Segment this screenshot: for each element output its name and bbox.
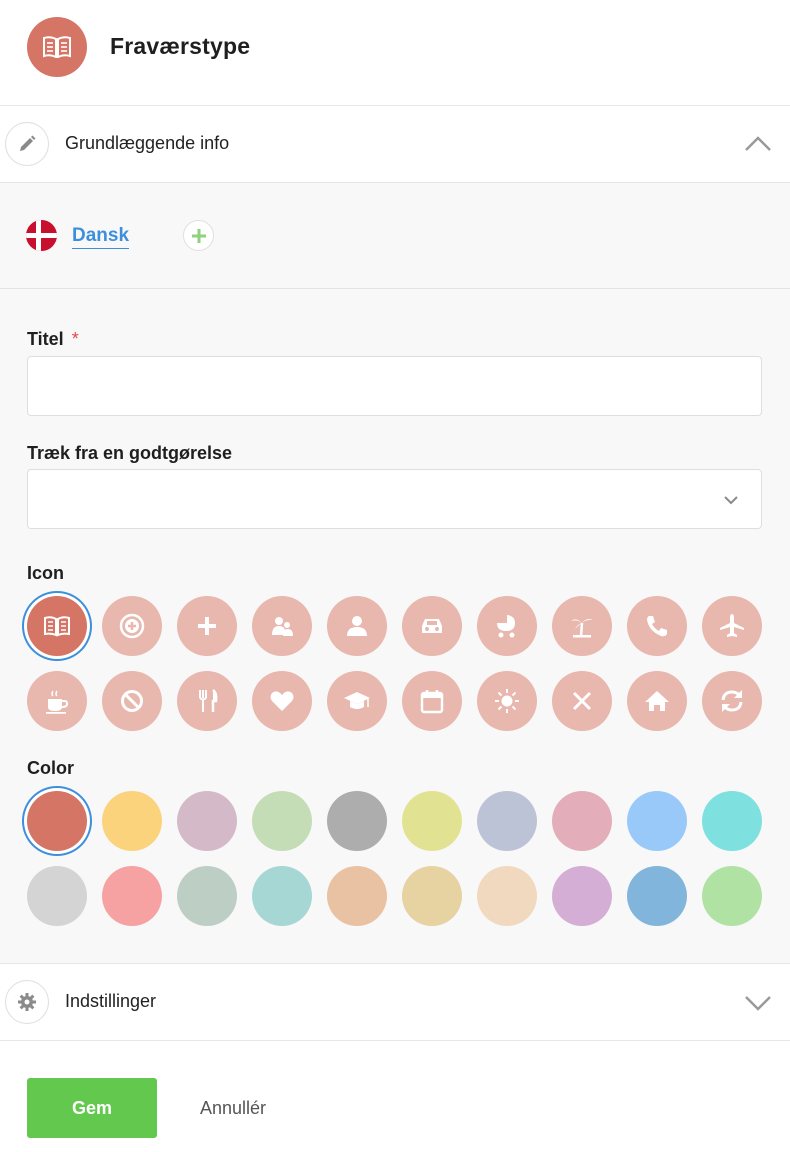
icon-option-refresh[interactable]	[702, 671, 762, 731]
gear-icon	[5, 980, 49, 1024]
icon-option-block[interactable]	[102, 671, 162, 731]
car-icon	[422, 619, 442, 633]
chevron-down-icon	[724, 496, 738, 505]
color-swatch[interactable]	[27, 791, 87, 851]
icon-option-heart[interactable]	[252, 671, 312, 731]
color-swatch[interactable]	[627, 866, 687, 926]
icon-option-car[interactable]	[402, 596, 462, 656]
title-label: Titel *	[27, 329, 79, 350]
icon-option-cutlery[interactable]	[177, 671, 237, 731]
graduation-cap-icon	[344, 692, 370, 709]
icon-option-person[interactable]	[327, 596, 387, 656]
section-basic-info-toggle[interactable]: Grundlæggende info	[0, 106, 790, 183]
calendar-icon	[420, 690, 444, 714]
section-settings-label: Indstillinger	[65, 991, 157, 1011]
color-picker	[27, 791, 767, 926]
title-label-text: Titel	[27, 329, 64, 349]
color-swatch[interactable]	[27, 866, 87, 926]
page-title: Fraværstype	[110, 33, 251, 59]
color-swatch[interactable]	[252, 866, 312, 926]
color-swatch[interactable]	[177, 791, 237, 851]
add-language-button[interactable]	[183, 220, 214, 251]
icon-option-sun[interactable]	[477, 671, 537, 731]
color-swatch[interactable]	[102, 866, 162, 926]
cutlery-icon	[199, 689, 218, 712]
icon-option-home[interactable]	[627, 671, 687, 731]
book-icon	[27, 17, 87, 77]
chevron-down-icon[interactable]	[744, 988, 772, 1016]
icon-option-palm-tree[interactable]	[552, 596, 612, 656]
color-swatch[interactable]	[552, 791, 612, 851]
required-marker: *	[71, 329, 79, 349]
icon-picker	[27, 596, 767, 731]
refresh-icon	[721, 690, 743, 712]
icon-option-first-aid[interactable]	[102, 596, 162, 656]
color-swatch[interactable]	[627, 791, 687, 851]
icon-option-stroller[interactable]	[477, 596, 537, 656]
denmark-flag-icon	[26, 220, 57, 251]
color-swatch[interactable]	[327, 791, 387, 851]
color-swatch[interactable]	[402, 791, 462, 851]
deduct-label: Træk fra en godtgørelse	[27, 443, 233, 463]
pencil-icon	[5, 122, 49, 166]
basic-info-panel: Dansk Titel * Træk fra en godtgørelse Ico…	[0, 183, 790, 964]
icon-option-people[interactable]	[252, 596, 312, 656]
stroller-icon	[497, 615, 515, 638]
sun-icon	[495, 689, 519, 713]
icon-label: Icon	[27, 563, 65, 583]
color-swatch[interactable]	[552, 866, 612, 926]
icon-option-calendar[interactable]	[402, 671, 462, 731]
phone-icon	[647, 616, 667, 637]
color-swatch[interactable]	[702, 866, 762, 926]
color-swatch[interactable]	[702, 791, 762, 851]
heart-icon	[270, 691, 294, 711]
save-button[interactable]: Gem	[27, 1078, 157, 1138]
icon-option-close[interactable]	[552, 671, 612, 731]
people-icon	[272, 617, 293, 636]
title-input[interactable]	[27, 356, 762, 416]
icon-option-airplane[interactable]	[702, 596, 762, 656]
language-row: Dansk	[0, 183, 790, 289]
color-swatch[interactable]	[102, 791, 162, 851]
color-swatch[interactable]	[177, 866, 237, 926]
close-icon	[572, 691, 592, 711]
cancel-button[interactable]: Annullér	[200, 1098, 266, 1119]
section-basic-info-label: Grundlæggende info	[65, 133, 230, 153]
airplane-icon	[720, 614, 744, 637]
block-icon	[121, 690, 143, 712]
palm-tree-icon	[571, 619, 593, 638]
plus-icon	[198, 617, 216, 635]
deduct-select[interactable]	[27, 469, 762, 529]
first-aid-icon	[119, 613, 145, 639]
person-icon	[347, 616, 367, 636]
color-swatch[interactable]	[402, 866, 462, 926]
icon-option-phone[interactable]	[627, 596, 687, 656]
color-swatch[interactable]	[477, 791, 537, 851]
icon-option-plus[interactable]	[177, 596, 237, 656]
color-label: Color	[27, 758, 74, 778]
icon-option-graduation-cap[interactable]	[327, 671, 387, 731]
icon-option-book[interactable]	[27, 596, 87, 656]
home-icon	[645, 691, 669, 711]
section-settings-toggle[interactable]: Indstillinger	[0, 964, 790, 1041]
icon-option-coffee[interactable]	[27, 671, 87, 731]
language-tab-dansk[interactable]: Dansk	[72, 225, 130, 249]
chevron-up-icon[interactable]	[744, 130, 772, 158]
color-swatch[interactable]	[252, 791, 312, 851]
coffee-icon	[46, 690, 69, 714]
page-header: Fraværstype	[0, 0, 790, 106]
book-icon	[44, 616, 70, 637]
color-swatch[interactable]	[477, 866, 537, 926]
plus-icon	[191, 228, 206, 243]
color-swatch[interactable]	[327, 866, 387, 926]
